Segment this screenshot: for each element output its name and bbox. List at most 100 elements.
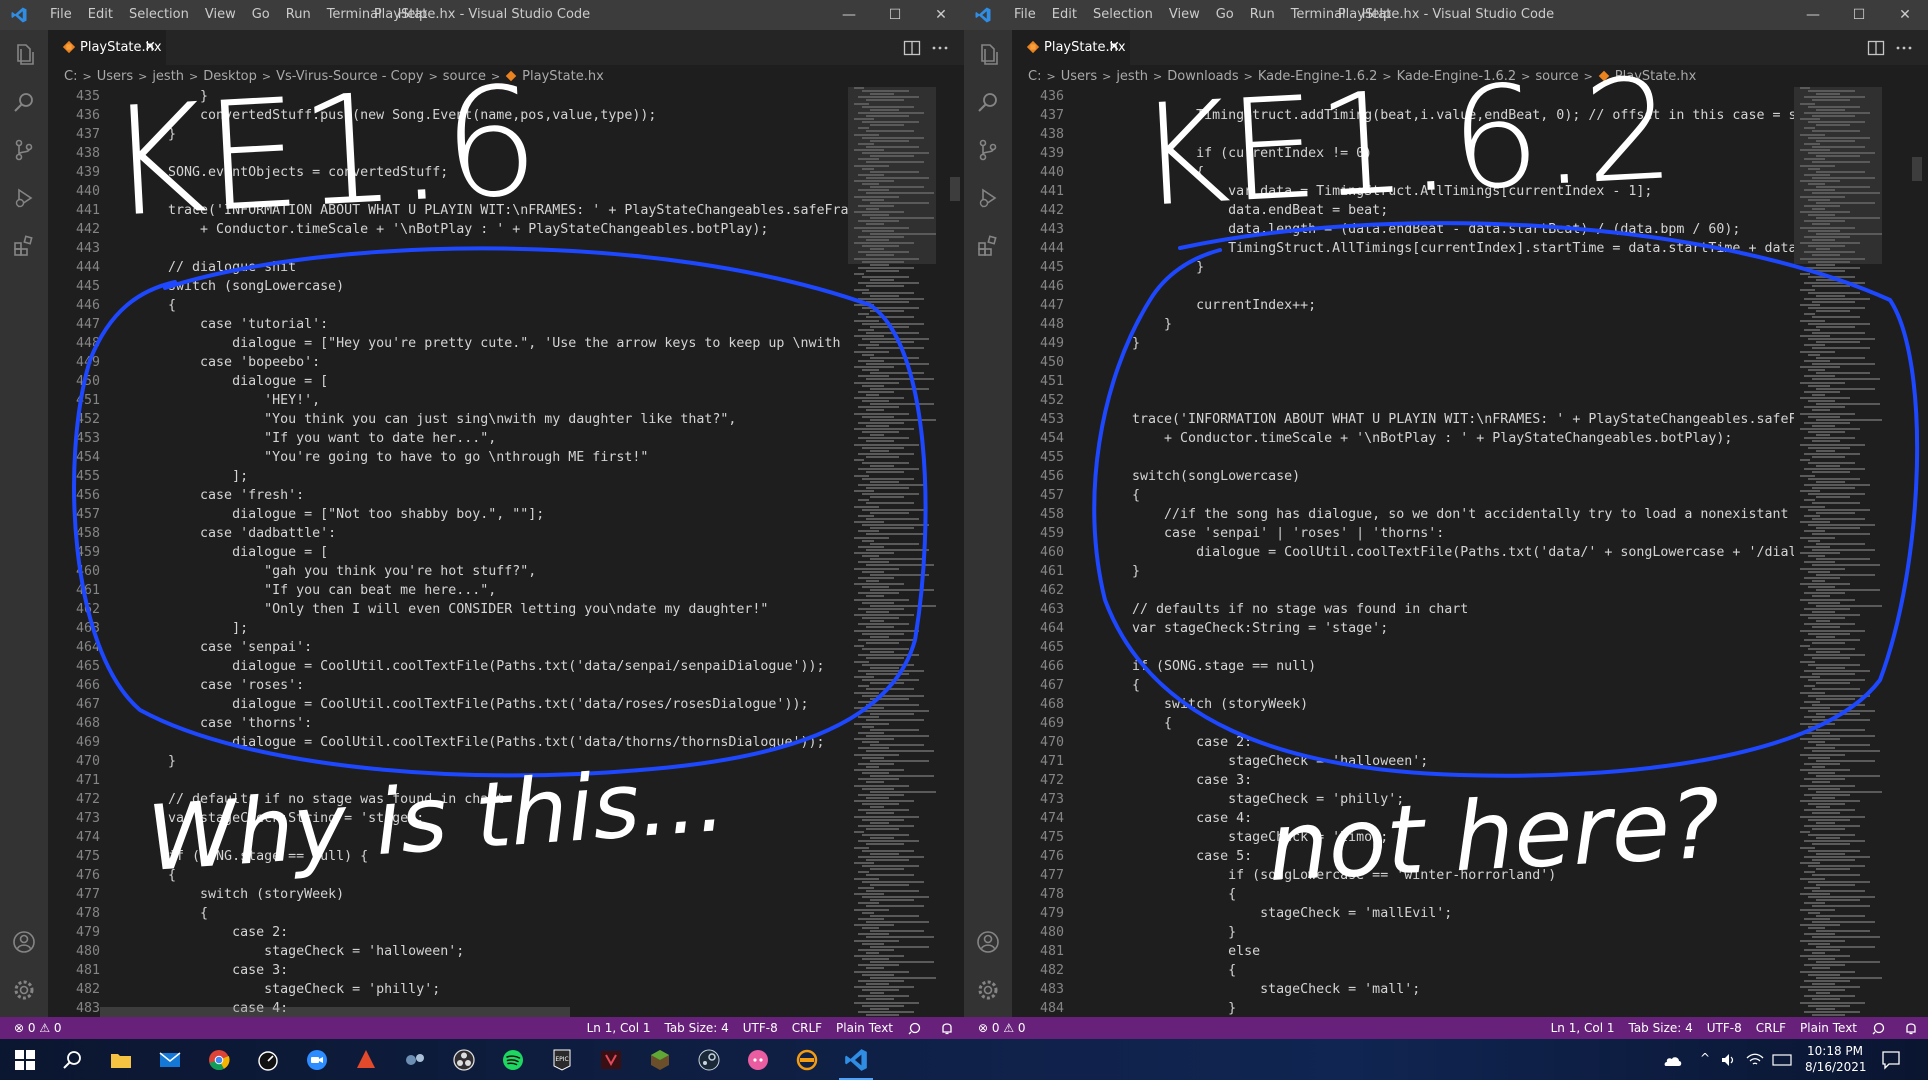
code-line[interactable]	[136, 771, 848, 790]
code-line[interactable]: stageCheck = 'mallEvil';	[1100, 904, 1794, 923]
menu-file[interactable]: File	[1006, 0, 1044, 30]
encoding[interactable]: UTF-8	[1700, 1017, 1749, 1039]
line-ending[interactable]: CRLF	[1749, 1017, 1793, 1039]
run-debug-icon[interactable]	[976, 186, 1000, 210]
code-line[interactable]: var data = TimingStruct.AllTimings[curre…	[1100, 182, 1794, 201]
code-line[interactable]: case 'roses':	[136, 676, 848, 695]
code-line[interactable]: if (SONG.stage == null)	[1100, 657, 1794, 676]
epic-games-icon[interactable]: EPIC	[549, 1047, 575, 1073]
code-line[interactable]: + Conductor.timeScale + '\nBotPlay : ' +…	[136, 220, 848, 239]
code-line[interactable]: dialogue = ["Hey you're pretty cute.", '…	[136, 334, 848, 353]
code-line[interactable]: dialogue = CoolUtil.coolTextFile(Paths.t…	[1100, 543, 1794, 562]
code-line[interactable]: case 'thorns':	[136, 714, 848, 733]
code-line[interactable]: {	[1100, 714, 1794, 733]
vertical-scrollbar[interactable]	[1910, 87, 1924, 1017]
source-control-icon[interactable]	[12, 138, 36, 162]
code-line[interactable]	[1100, 353, 1794, 372]
code-line[interactable]: //if the song has dialogue, so we don't …	[1100, 505, 1794, 524]
code-line[interactable]: ];	[136, 619, 848, 638]
minecraft-icon[interactable]	[647, 1047, 673, 1073]
code-line[interactable]: case 3:	[136, 961, 848, 980]
source-control-icon[interactable]	[976, 138, 1000, 162]
code-editor[interactable]: 435 436 437 438 439 440 441 442 443 444 445 446 447 4…	[48, 87, 848, 1017]
minimap[interactable]	[848, 87, 936, 1017]
tab-size[interactable]: Tab Size: 4	[1621, 1017, 1699, 1039]
chrome-icon[interactable]	[206, 1047, 232, 1073]
onedrive-cloud-icon[interactable]	[1660, 1049, 1684, 1071]
search-icon[interactable]	[12, 90, 36, 114]
minimize-button[interactable]: —	[826, 0, 872, 30]
code-line[interactable]: case 'fresh':	[136, 486, 848, 505]
code-line[interactable]: data.length = (data.endBeat - data.start…	[1100, 220, 1794, 239]
code-line[interactable]: data.endBeat = beat;	[1100, 201, 1794, 220]
code-line[interactable]: }	[136, 87, 848, 106]
breadcrumb-item[interactable]: C:	[1028, 69, 1041, 84]
notifications-bell-icon[interactable]	[930, 1017, 964, 1039]
code-line[interactable]: "gah you think you're hot stuff?",	[136, 562, 848, 581]
code-line[interactable]: case 2:	[1100, 733, 1794, 752]
code-line[interactable]: stageCheck = 'philly';	[136, 980, 848, 999]
extensions-icon[interactable]	[976, 234, 1000, 258]
breadcrumb-item[interactable]: C:	[64, 69, 77, 84]
breadcrumb-item[interactable]: Downloads	[1167, 69, 1238, 84]
code-line[interactable]	[136, 828, 848, 847]
language-mode[interactable]: Plain Text	[829, 1017, 900, 1039]
code-line[interactable]	[1100, 448, 1794, 467]
code-line[interactable]: dialogue = CoolUtil.coolTextFile(Paths.t…	[136, 733, 848, 752]
code-line[interactable]: var stageCheck:String = 'stage';	[1100, 619, 1794, 638]
breadcrumb-item[interactable]: Users	[1061, 69, 1097, 84]
tray-chevron-icon[interactable]: ^	[1700, 1051, 1710, 1065]
code-line[interactable]: case 4:	[1100, 809, 1794, 828]
breadcrumb-item[interactable]: Desktop	[203, 69, 257, 84]
app-red-icon[interactable]	[353, 1047, 379, 1073]
code-line[interactable]: {	[136, 904, 848, 923]
code-line[interactable]: }	[1100, 258, 1794, 277]
tab-size[interactable]: Tab Size: 4	[657, 1017, 735, 1039]
menu-run[interactable]: Run	[278, 0, 319, 30]
code-editor[interactable]: 436 437 438 439 440 441 442 443 444 445 446 447 448 4…	[1012, 87, 1794, 1017]
volume-icon[interactable]	[1720, 1052, 1738, 1068]
encoding[interactable]: UTF-8	[736, 1017, 785, 1039]
search-icon[interactable]	[976, 90, 1000, 114]
code-line[interactable]	[1100, 638, 1794, 657]
code-line[interactable]: if (songLowercase == 'winter-horrorland'…	[1100, 866, 1794, 885]
code-line[interactable]: "You're going to have to go \nthrough ME…	[136, 448, 848, 467]
code-line[interactable]	[136, 182, 848, 201]
code-line[interactable]: stageCheck = 'mall';	[1100, 980, 1794, 999]
maximize-button[interactable]: ☐	[872, 0, 918, 30]
tab-close-icon[interactable]: ✕	[144, 30, 156, 65]
account-icon[interactable]	[976, 930, 1000, 954]
code-line[interactable]: // defaults if no stage was found in cha…	[1100, 600, 1794, 619]
code-line[interactable]: else	[1100, 942, 1794, 961]
explorer-icon[interactable]	[12, 42, 36, 66]
code-line[interactable]: case 5:	[1100, 847, 1794, 866]
breadcrumb-item[interactable]: Kade-Engine-1.6.2	[1258, 69, 1378, 84]
menu-view[interactable]: View	[1161, 0, 1208, 30]
code-line[interactable]	[1100, 125, 1794, 144]
obs-icon[interactable]	[451, 1047, 477, 1073]
code-line[interactable]: TimingStruct.addTiming(beat,i.value,endB…	[1100, 106, 1794, 125]
code-line[interactable]: if (currentIndex != 0)	[1100, 144, 1794, 163]
menu-edit[interactable]: Edit	[80, 0, 121, 30]
code-line[interactable]: "Only then I will even CONSIDER letting …	[136, 600, 848, 619]
code-line[interactable]: SONG.eventObjects = convertedStuff;	[136, 163, 848, 182]
code-line[interactable]: TimingStruct.AllTimings[currentIndex].st…	[1100, 239, 1794, 258]
code-line[interactable]: }	[1100, 562, 1794, 581]
code-line[interactable]: dialogue = CoolUtil.coolTextFile(Paths.t…	[136, 657, 848, 676]
code-line[interactable]: switch (songLowercase)	[136, 277, 848, 296]
breadcrumb-item[interactable]: Users	[97, 69, 133, 84]
code-line[interactable]: trace('INFORMATION ABOUT WHAT U PLAYIN W…	[1100, 410, 1794, 429]
menu-edit[interactable]: Edit	[1044, 0, 1085, 30]
windows-start-icon[interactable]	[12, 1047, 38, 1073]
code-line[interactable]: stageCheck = 'halloween';	[1100, 752, 1794, 771]
scrollbar-thumb[interactable]	[950, 177, 960, 201]
minimize-button[interactable]: —	[1790, 0, 1836, 30]
code-line[interactable]: // dialogue shit	[136, 258, 848, 277]
code-line[interactable]: case 'dadbattle':	[136, 524, 848, 543]
code-line[interactable]: {	[1100, 885, 1794, 904]
code-line[interactable]: + Conductor.timeScale + '\nBotPlay : ' +…	[1100, 429, 1794, 448]
close-window-button[interactable]: ✕	[1882, 0, 1928, 30]
code-line[interactable]	[1100, 581, 1794, 600]
code-line[interactable]	[136, 239, 848, 258]
cursor-position[interactable]: Ln 1, Col 1	[580, 1017, 658, 1039]
